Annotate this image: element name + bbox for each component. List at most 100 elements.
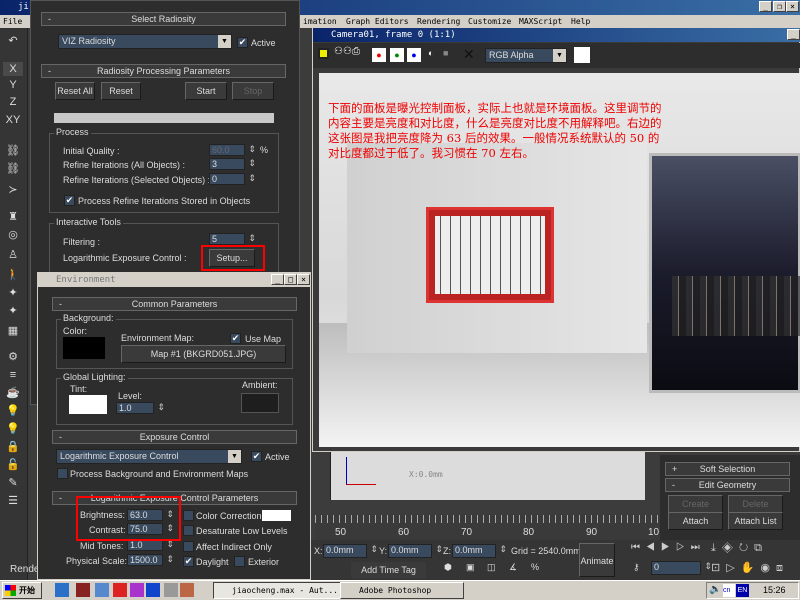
attach-button[interactable]: Attach xyxy=(668,512,723,530)
clone-icon[interactable]: ⚇⚇ xyxy=(334,46,352,57)
process-background-checkbox[interactable] xyxy=(57,468,68,479)
stack-icon[interactable]: ☰ xyxy=(3,494,23,508)
radiosity-engine-dropdown[interactable]: VIZ Radiosity ▼ xyxy=(58,34,232,49)
exposure-control-rollout[interactable]: - Exposure Control xyxy=(52,430,297,444)
quicklaunch-photoshop-icon[interactable] xyxy=(76,583,90,597)
physical-scale-spinner[interactable]: 1500.0 xyxy=(127,554,174,566)
light-icon[interactable]: 💡 xyxy=(3,404,23,418)
desaturate-checkbox[interactable] xyxy=(183,525,194,536)
unlock-icon[interactable]: 🔓 xyxy=(3,458,23,472)
attach-list-button[interactable]: Attach List xyxy=(728,512,783,530)
color-swatch[interactable] xyxy=(574,47,590,63)
figure-icon[interactable]: ♙ xyxy=(3,248,23,262)
color-correction-swatch[interactable] xyxy=(262,510,291,521)
current-frame-field[interactable]: 0 xyxy=(651,561,712,575)
unlink-icon[interactable]: ⛓ xyxy=(3,162,23,176)
quicklaunch-acrobat-icon[interactable] xyxy=(113,583,127,597)
timeline[interactable]: 50 60 70 80 90 10 xyxy=(315,515,660,540)
affect-indirect-checkbox[interactable] xyxy=(183,541,194,552)
bone-icon[interactable]: ✦ xyxy=(3,286,23,300)
playback-controls[interactable]: ⏮◀▶▷⏭ xyxy=(631,542,706,553)
layers-icon[interactable]: ≡ xyxy=(3,368,23,382)
restore-button[interactable]: ❐ xyxy=(773,1,786,12)
render-setup-icon[interactable]: ☕ xyxy=(3,386,23,400)
level-spinner[interactable]: 1.0 xyxy=(116,402,165,414)
select-radiosity-rollout[interactable]: - Select Radiosity xyxy=(41,12,286,26)
z-coordinate-field[interactable]: 0.0mm xyxy=(452,544,507,558)
tint-color-swatch[interactable] xyxy=(69,395,107,414)
env-minimize-button[interactable]: _ xyxy=(271,274,284,285)
reset-button[interactable]: Reset xyxy=(101,82,141,100)
light2-icon[interactable]: 💡 xyxy=(3,422,23,436)
environment-map-button[interactable]: Map #1 (BKGRD051.JPG) xyxy=(121,345,286,363)
y-coordinate-field[interactable]: 0.0mm xyxy=(388,544,443,558)
edit-geometry-rollout[interactable]: - Edit Geometry xyxy=(665,478,790,492)
quicklaunch-tool-icon[interactable] xyxy=(180,583,194,597)
lock-icon[interactable]: 🔒 xyxy=(3,440,23,454)
use-map-checkbox[interactable]: ✔ xyxy=(230,333,241,344)
exposure-type-dropdown[interactable]: Logarithmic Exposure Control ▼ xyxy=(56,449,242,464)
stop-button[interactable]: Stop xyxy=(232,82,274,100)
exposure-active-checkbox[interactable]: ✔ xyxy=(251,451,262,462)
viewport-nav-icons-2[interactable]: ⊡▷✋◉⧈ xyxy=(711,561,789,575)
minimize-button[interactable]: _ xyxy=(759,1,772,12)
common-parameters-rollout[interactable]: - Common Parameters xyxy=(52,297,297,311)
walk-icon[interactable]: 🚶 xyxy=(3,268,23,282)
axis-x-button[interactable]: X xyxy=(3,62,23,76)
viewport-nav-icons[interactable]: ⤓◈↻⧉ xyxy=(711,542,768,555)
save-icon[interactable] xyxy=(318,48,329,59)
exterior-checkbox[interactable] xyxy=(234,556,245,567)
quicklaunch-anchor-icon[interactable] xyxy=(146,583,160,597)
bone2-icon[interactable]: ✦ xyxy=(3,304,23,318)
angle-snap-icon[interactable]: ∡ xyxy=(509,562,517,573)
quicklaunch-media-icon[interactable] xyxy=(130,583,144,597)
add-time-tag-button[interactable]: Add Time Tag xyxy=(351,562,426,578)
hierarchy-icon[interactable]: ♜ xyxy=(3,210,23,224)
axis-y-button[interactable]: Y xyxy=(3,78,23,92)
alpha-channel-icon[interactable]: ◐ xyxy=(428,48,433,58)
radiosity-processing-rollout[interactable]: - Radiosity Processing Parameters xyxy=(41,64,286,78)
input-language-indicator[interactable]: EN xyxy=(736,584,749,597)
reset-all-button[interactable]: Reset All xyxy=(55,82,95,100)
percent-snap-icon[interactable]: % xyxy=(531,562,539,572)
key-icon[interactable]: ⚷ xyxy=(633,562,640,573)
taskbar-3dsmax[interactable]: jiaocheng.max - Aut... xyxy=(213,582,346,599)
red-channel-toggle[interactable]: ● xyxy=(372,48,386,62)
bind-icon[interactable]: ≻ xyxy=(3,183,23,197)
snap-toggle-icon[interactable]: ▣ xyxy=(466,562,475,573)
env-maximize-button[interactable]: □ xyxy=(284,274,297,285)
box-icon[interactable]: ◫ xyxy=(487,562,496,573)
speaker-icon[interactable]: 🔈 xyxy=(709,584,721,595)
animate-button[interactable]: Animate xyxy=(579,543,615,577)
undo-icon[interactable]: ↶ xyxy=(3,34,23,48)
filtering-spinner[interactable]: 5 xyxy=(209,233,256,245)
delete-button[interactable]: Delete xyxy=(728,495,783,513)
ik-icon[interactable]: ⚙ xyxy=(3,350,23,364)
ime-icon[interactable]: cn xyxy=(723,584,735,597)
create-button[interactable]: Create xyxy=(668,495,723,513)
color-correction-checkbox[interactable] xyxy=(183,510,194,521)
ambient-color-swatch[interactable] xyxy=(241,393,279,413)
print-icon[interactable]: ⎙ xyxy=(352,46,360,57)
refine-selected-spinner[interactable]: 0 xyxy=(209,173,256,185)
process-stored-checkbox[interactable]: ✔ xyxy=(64,195,75,206)
quicklaunch-network-icon[interactable] xyxy=(164,583,178,597)
manipulate-icon[interactable]: ✎ xyxy=(3,476,23,490)
viewport[interactable]: X:0.0mm xyxy=(330,452,645,500)
clear-icon[interactable]: ✕ xyxy=(463,46,475,63)
monochrome-icon[interactable]: ■ xyxy=(443,48,448,58)
initial-quality-spinner[interactable]: 60.0 xyxy=(209,144,256,156)
start-button[interactable]: Start xyxy=(185,82,227,100)
quicklaunch-app-icon[interactable] xyxy=(95,583,109,597)
axis-xy-button[interactable]: XY xyxy=(3,113,23,127)
daylight-checkbox[interactable]: ✔ xyxy=(183,556,194,567)
green-channel-toggle[interactable]: ● xyxy=(390,48,404,62)
refine-all-spinner[interactable]: 3 xyxy=(209,158,256,170)
background-color-swatch[interactable] xyxy=(63,337,105,359)
taskbar-photoshop[interactable]: Adobe Photoshop xyxy=(340,582,464,599)
radiosity-active-checkbox[interactable]: ✔ xyxy=(237,37,248,48)
soft-selection-rollout[interactable]: + Soft Selection xyxy=(665,462,790,476)
layer-icon[interactable]: ▦ xyxy=(3,324,23,338)
render-minimize-button[interactable]: _ xyxy=(787,29,800,40)
channel-dropdown[interactable]: RGB Alpha ▼ xyxy=(485,48,567,63)
